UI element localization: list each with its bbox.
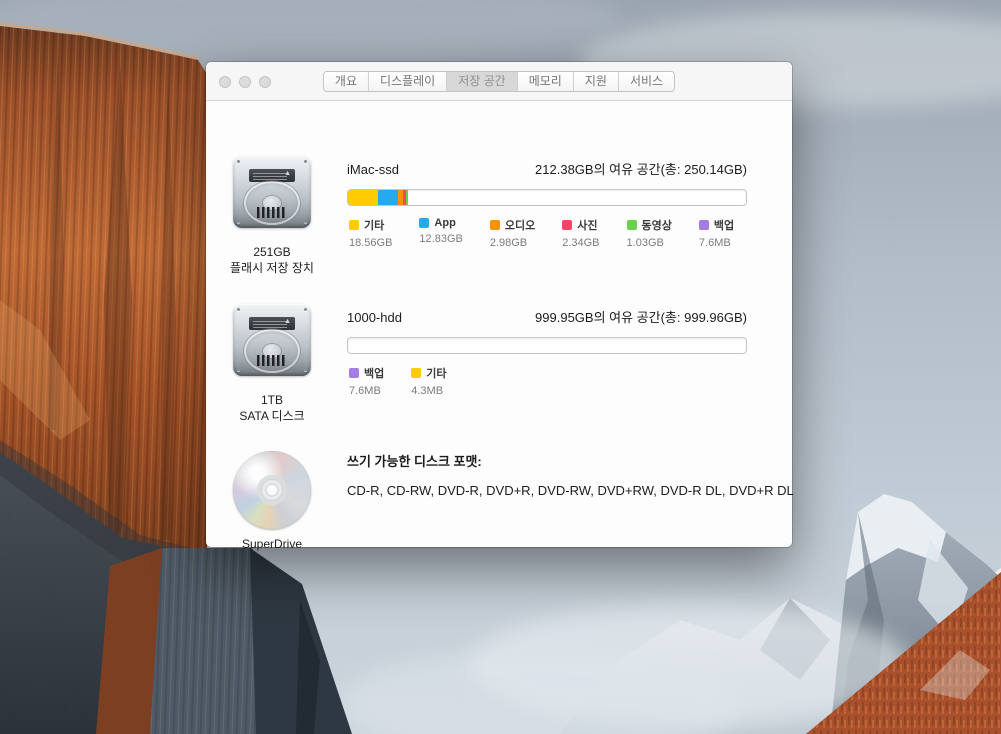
disk-type-label: 플래시 저장 장치 (206, 260, 338, 276)
legend-label: 백업 (364, 365, 384, 381)
legend-label: 기타 (364, 217, 384, 233)
legend-item: 백업 7.6MB (349, 365, 384, 397)
legend-swatch (419, 218, 429, 228)
legend-swatch (349, 220, 359, 230)
legend-swatch (699, 220, 709, 230)
screw (304, 308, 307, 311)
traffic-lights (219, 76, 271, 88)
disk-name: iMac-ssd (347, 162, 399, 177)
legend-swatch (411, 368, 421, 378)
screw (304, 160, 307, 163)
legend-size: 2.98GB (490, 237, 535, 249)
legend-label: 사진 (577, 217, 597, 233)
disk-capacity-label: 1TB (206, 392, 338, 408)
legend-item: 동영상 1.03GB (627, 217, 672, 249)
usage-segment-App (378, 190, 398, 205)
screw (237, 308, 240, 311)
legend-label: 오디오 (505, 217, 535, 233)
disk-header: 1000-hdd 999.95GB의 여유 공간(총: 999.96GB) (347, 307, 747, 326)
usage-bar (347, 337, 747, 354)
writable-formats-list: CD-R, CD-RW, DVD-R, DVD+R, DVD-RW, DVD+R… (347, 483, 794, 498)
hard-drive-vents (257, 355, 287, 366)
usage-legend: 백업 7.6MB 기타 4.3MB (349, 365, 447, 397)
legend-label: 기타 (426, 365, 446, 381)
disk-capacity-and-type: 251GB 플래시 저장 장치 (206, 244, 338, 276)
free-space-text: 999.95GB의 여유 공간(총: 999.96GB) (535, 307, 747, 326)
window-titlebar[interactable]: 개요 디스플레이 저장 공간 메모리 지원 서비스 (206, 62, 792, 101)
desktop: 개요 디스플레이 저장 공간 메모리 지원 서비스 (0, 0, 1001, 734)
legend-size: 18.56GB (349, 237, 392, 249)
hard-drive-platter (244, 181, 300, 225)
legend-label: 백업 (714, 217, 734, 233)
legend-item: App 12.83GB (419, 217, 462, 249)
usage-segment-기타 (348, 190, 378, 205)
superdrive-label: SuperDrive (206, 536, 338, 552)
tab-storage[interactable]: 저장 공간 (447, 72, 518, 91)
legend-size: 2.34GB (562, 237, 599, 249)
hard-drive-icon (228, 297, 316, 385)
usage-legend: 기타 18.56GB App 12.83GB 오디오 2.98GB 사진 (349, 217, 734, 249)
free-space-text: 212.38GB의 여유 공간(총: 250.14GB) (535, 159, 747, 178)
usage-segment-동영상 (406, 190, 408, 205)
legend-item: 백업 7.6MB (699, 217, 734, 249)
screw (237, 160, 240, 163)
disk-icon-column: 251GB 플래시 저장 장치 (206, 149, 338, 276)
legend-item: 기타 18.56GB (349, 217, 392, 249)
legend-swatch (349, 368, 359, 378)
usage-bar (347, 189, 747, 206)
tab-overview[interactable]: 개요 (324, 72, 369, 91)
legend-item: 사진 2.34GB (562, 217, 599, 249)
legend-item: 오디오 2.98GB (490, 217, 535, 249)
disc-hole (266, 484, 279, 497)
hard-drive-body (233, 156, 311, 228)
disk-type-label: SATA 디스크 (206, 408, 338, 424)
legend-size: 4.3MB (411, 385, 446, 397)
legend-size: 7.6MB (349, 385, 384, 397)
legend-size: 7.6MB (699, 237, 734, 249)
storage-panel: 251GB 플래시 저장 장치 iMac-ssd 212.38GB의 여유 공간… (206, 101, 792, 546)
legend-label: App (434, 217, 455, 229)
tab-memory[interactable]: 메모리 (518, 72, 574, 91)
optical-disc-icon (233, 451, 311, 529)
legend-swatch (562, 220, 572, 230)
hard-drive-platter (244, 329, 300, 373)
screw (237, 368, 240, 371)
screw (237, 220, 240, 223)
disk-name: 1000-hdd (347, 310, 402, 325)
writable-formats-title: 쓰기 가능한 디스크 포맷: (347, 451, 482, 470)
about-this-mac-window: 개요 디스플레이 저장 공간 메모리 지원 서비스 (206, 62, 792, 547)
screw (304, 368, 307, 371)
legend-size: 12.83GB (419, 233, 462, 245)
legend-size: 1.03GB (627, 237, 672, 249)
tab-support[interactable]: 지원 (574, 72, 619, 91)
screw (304, 220, 307, 223)
close-button[interactable] (219, 76, 231, 88)
disk-header: iMac-ssd 212.38GB의 여유 공간(총: 250.14GB) (347, 159, 747, 178)
disk-capacity-and-type: 1TB SATA 디스크 (206, 392, 338, 424)
legend-item: 기타 4.3MB (411, 365, 446, 397)
legend-label: 동영상 (642, 217, 672, 233)
disk-capacity-label: 251GB (206, 244, 338, 260)
disk-icon-column: 1TB SATA 디스크 (206, 297, 338, 424)
legend-swatch (627, 220, 637, 230)
hard-drive-body (233, 304, 311, 376)
disc-hub (257, 475, 287, 505)
legend-swatch (490, 220, 500, 230)
hard-drive-icon (228, 149, 316, 237)
tab-service[interactable]: 서비스 (619, 72, 674, 91)
tab-bar: 개요 디스플레이 저장 공간 메모리 지원 서비스 (323, 71, 675, 92)
minimize-button[interactable] (239, 76, 251, 88)
tab-displays[interactable]: 디스플레이 (369, 72, 447, 91)
zoom-button[interactable] (259, 76, 271, 88)
hard-drive-vents (257, 207, 287, 218)
superdrive-icon-column: SuperDrive (206, 449, 338, 552)
